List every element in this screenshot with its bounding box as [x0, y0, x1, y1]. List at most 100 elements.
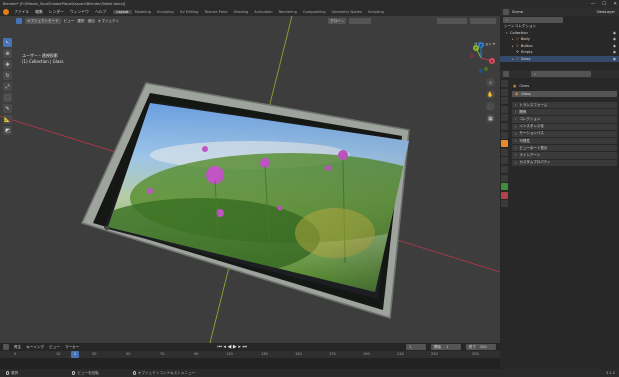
menu-file[interactable]: ファイル: [11, 9, 32, 15]
panel-visibility[interactable]: › 可視性: [512, 137, 617, 145]
scene-name[interactable]: Scene: [512, 10, 523, 14]
zoom-icon[interactable]: ⌕: [486, 78, 495, 87]
measure-tool[interactable]: 📐: [3, 115, 12, 124]
pan-hand-icon[interactable]: ✋: [486, 90, 495, 99]
menu-render[interactable]: レンダー: [46, 9, 67, 15]
view-layer-tab-icon[interactable]: [501, 105, 508, 113]
transform-tool[interactable]: ⬚: [3, 93, 12, 102]
object-menu[interactable]: オブジェクト: [98, 19, 120, 24]
viewport-header: オブジェクトモード ビュー 選択 追加 オブジェクト グロー...: [0, 16, 500, 26]
constraints-tab-icon[interactable]: [501, 174, 508, 182]
visibility-eye-icon[interactable]: ◉: [613, 44, 616, 48]
view-menu[interactable]: ビュー: [49, 345, 60, 350]
world-tab-icon[interactable]: [501, 122, 508, 130]
tab-animation[interactable]: Animation: [251, 10, 275, 14]
particles-tab-icon[interactable]: [501, 157, 508, 165]
tab-scripting[interactable]: Scripting: [365, 10, 387, 14]
outliner-editor-type[interactable]: [503, 9, 509, 15]
menu-help[interactable]: ヘルプ: [92, 9, 109, 15]
close-button[interactable]: ✕: [613, 2, 617, 7]
navigation-gizmo[interactable]: X Y Z: [464, 41, 498, 75]
keying-menu[interactable]: キーイング: [26, 345, 44, 350]
playback-menu[interactable]: 再生: [14, 345, 21, 350]
current-frame-field[interactable]: 1: [406, 344, 426, 350]
editor-type-button[interactable]: [16, 18, 22, 24]
blender-logo-icon[interactable]: [3, 9, 9, 15]
menu-window[interactable]: ウィンドウ: [67, 9, 92, 15]
mode-dropdown[interactable]: オブジェクトモード: [25, 18, 61, 24]
tool-shelf: ↖ ⊕ ✥ ↻ ⤢ ⬚ ✎ 📐 ◩: [3, 38, 13, 137]
physics-tab-icon[interactable]: [501, 165, 508, 173]
frame-indicator[interactable]: 1: [71, 351, 79, 358]
visibility-eye-icon[interactable]: ◉: [613, 37, 616, 41]
render-tab-icon[interactable]: [501, 88, 508, 96]
collection-tab-icon[interactable]: [501, 131, 508, 139]
snap-controls[interactable]: [349, 18, 371, 24]
window-controls: — ☐ ✕: [591, 0, 617, 8]
tab-modeling[interactable]: Modeling: [132, 10, 154, 14]
panel-instancing[interactable]: › インスタンス化: [512, 123, 617, 130]
panel-viewport-display[interactable]: › ビューポート表示: [512, 145, 617, 152]
minimize-button[interactable]: —: [591, 2, 596, 7]
annotate-tool[interactable]: ✎: [3, 104, 12, 113]
material-tab-icon[interactable]: [501, 191, 508, 199]
tick-label: 170: [329, 351, 336, 356]
tab-compositing[interactable]: Compositing: [300, 10, 329, 14]
marker-menu[interactable]: マーカー: [65, 345, 79, 350]
cursor-tool[interactable]: ⊕: [3, 49, 12, 58]
view-menu[interactable]: ビュー: [64, 19, 75, 24]
rotate-tool[interactable]: ↻: [3, 71, 12, 80]
texture-tab-icon[interactable]: [501, 200, 508, 208]
view-layer-name[interactable]: ViewLayer: [596, 10, 615, 14]
panel-custom-properties[interactable]: › カスタムプロパティ: [512, 159, 617, 166]
properties-editor-type[interactable]: [503, 71, 509, 77]
modifier-tab-icon[interactable]: [501, 148, 508, 156]
transform-orientation-dropdown[interactable]: グロー...: [328, 18, 346, 24]
tab-uv-editing[interactable]: UV Editing: [177, 10, 202, 14]
visibility-eye-icon[interactable]: ◉: [613, 57, 616, 61]
outliner-search-input[interactable]: ⌕: [503, 16, 563, 23]
3d-viewport[interactable]: オブジェクトモード ビュー 選択 追加 オブジェクト グロー... ↖ ⊕ ✥ …: [0, 16, 500, 343]
mesh-object-icon: ▽: [516, 37, 519, 42]
tab-geometry-nodes[interactable]: Geometry Nodes: [328, 10, 364, 14]
timeline-track[interactable]: [0, 358, 500, 369]
select-menu[interactable]: 選択: [77, 19, 84, 24]
output-tab-icon[interactable]: [501, 97, 508, 105]
tab-layout[interactable]: Layout: [113, 10, 132, 14]
scene-tab-icon[interactable]: [501, 114, 508, 122]
shading-mode-buttons[interactable]: [470, 18, 496, 24]
visibility-eye-icon[interactable]: ◉: [613, 31, 616, 35]
scale-tool[interactable]: ⤢: [3, 82, 12, 91]
properties-search-input[interactable]: ⌕: [531, 71, 591, 77]
maximize-button[interactable]: ☐: [602, 2, 606, 7]
panel-relations[interactable]: › 関係: [512, 109, 617, 116]
end-frame-field[interactable]: 終了 250: [466, 344, 496, 350]
tab-sculpting[interactable]: Sculpting: [154, 10, 177, 14]
object-name-field[interactable]: ▣ Glass: [512, 91, 617, 97]
tab-rendering[interactable]: Rendering: [276, 10, 300, 14]
select-box-tool[interactable]: ↖: [3, 38, 12, 47]
tablet-model[interactable]: [60, 63, 440, 333]
panel-collections[interactable]: › コレクション: [512, 116, 617, 123]
data-tab-icon[interactable]: [501, 183, 508, 191]
grid-perspective-icon[interactable]: ▦: [486, 114, 495, 123]
object-tab-icon[interactable]: [501, 140, 508, 148]
camera-view-icon[interactable]: 🎥: [486, 102, 495, 111]
move-tool[interactable]: ✥: [3, 60, 12, 69]
tab-texture-paint[interactable]: Texture Paint: [201, 10, 230, 14]
start-frame-field[interactable]: 開始 1: [431, 344, 461, 350]
add-cube-tool[interactable]: ◩: [3, 126, 12, 135]
outliner-row-glass[interactable]: ▸ ▽ Glass ◉: [500, 55, 619, 62]
menu-edit[interactable]: 編集: [32, 9, 46, 15]
visibility-eye-icon[interactable]: ◉: [613, 50, 616, 54]
playback-controls[interactable]: ⏮ ◂ ◀ ▶ ▸ ⏭: [217, 344, 247, 350]
tab-shading[interactable]: Shading: [231, 10, 252, 14]
timeline-editor-type[interactable]: [3, 344, 9, 350]
panel-line-art[interactable]: › ラインアート: [512, 152, 617, 159]
overlay-controls[interactable]: [437, 18, 467, 24]
tool-tab-icon[interactable]: [501, 80, 508, 87]
panel-transform[interactable]: › トランスフォーム: [512, 102, 617, 109]
panel-motion-paths[interactable]: › モーションパス: [512, 130, 617, 137]
tick-label: 150: [295, 351, 302, 356]
add-menu[interactable]: 追加: [87, 19, 94, 24]
